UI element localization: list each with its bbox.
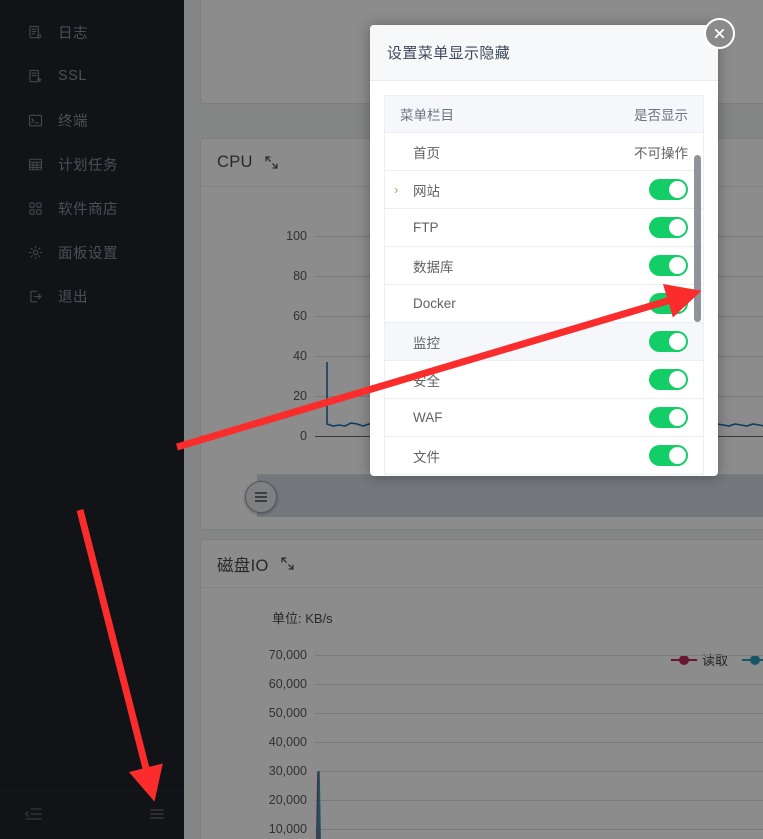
chevron-right-icon[interactable]: › <box>394 183 407 196</box>
row-label: 首页 <box>413 145 440 161</box>
visibility-toggle[interactable] <box>649 445 688 466</box>
row-label: WAF <box>413 410 443 425</box>
menu-visibility-dialog: 设置菜单显示隐藏 菜单栏目 是否显示 › 首页 不可操作 › <box>370 25 718 476</box>
table-header-row: 菜单栏目 是否显示 <box>385 96 703 133</box>
close-icon[interactable] <box>704 18 735 49</box>
table-row[interactable]: › 数据库 <box>385 247 703 285</box>
visibility-toggle[interactable] <box>649 217 688 238</box>
row-label: 网站 <box>413 183 440 199</box>
table-row[interactable]: › FTP <box>385 209 703 247</box>
row-label: 文件 <box>413 449 440 465</box>
chevron-right-icon: › <box>394 373 407 386</box>
chevron-right-icon: › <box>394 449 407 462</box>
chevron-right-icon: › <box>394 335 407 348</box>
chevron-right-icon: › <box>394 411 407 424</box>
visibility-toggle[interactable] <box>649 369 688 390</box>
row-label: 数据库 <box>413 259 454 275</box>
visibility-toggle[interactable] <box>649 179 688 200</box>
table-row[interactable]: › WAF <box>385 399 703 437</box>
dialog-header: 设置菜单显示隐藏 <box>370 25 718 81</box>
column-header-menu-item: 菜单栏目 <box>400 108 454 123</box>
visibility-toggle[interactable] <box>649 331 688 352</box>
chevron-right-icon: › <box>394 145 407 158</box>
visibility-toggle[interactable] <box>649 407 688 428</box>
visibility-toggle[interactable] <box>649 293 688 314</box>
menu-visibility-table: 菜单栏目 是否显示 › 首页 不可操作 › 网站 <box>384 95 704 475</box>
table-row[interactable]: › 监控 <box>385 323 703 361</box>
chevron-right-icon: › <box>394 259 407 272</box>
row-label: 安全 <box>413 373 440 389</box>
dialog-title: 设置菜单显示隐藏 <box>387 45 511 62</box>
row-status-text: 不可操作 <box>634 145 688 161</box>
dialog-scrollbar-thumb[interactable] <box>694 155 701 322</box>
table-row[interactable]: › 首页 不可操作 <box>385 133 703 171</box>
row-label: FTP <box>413 220 439 235</box>
chevron-right-icon: › <box>394 221 407 234</box>
visibility-toggle[interactable] <box>649 255 688 276</box>
column-header-visible: 是否显示 <box>634 108 688 123</box>
table-row[interactable]: › Docker <box>385 285 703 323</box>
table-row[interactable]: › 文件 <box>385 437 703 475</box>
table-row[interactable]: › 网站 <box>385 171 703 209</box>
row-label: 监控 <box>413 335 440 351</box>
chevron-right-icon: › <box>394 297 407 310</box>
dialog-body: 菜单栏目 是否显示 › 首页 不可操作 › 网站 <box>370 81 718 475</box>
app-root: 20 0 12-03 15:00 CPU <box>0 0 763 839</box>
row-label: Docker <box>413 296 456 311</box>
table-row[interactable]: › 安全 <box>385 361 703 399</box>
